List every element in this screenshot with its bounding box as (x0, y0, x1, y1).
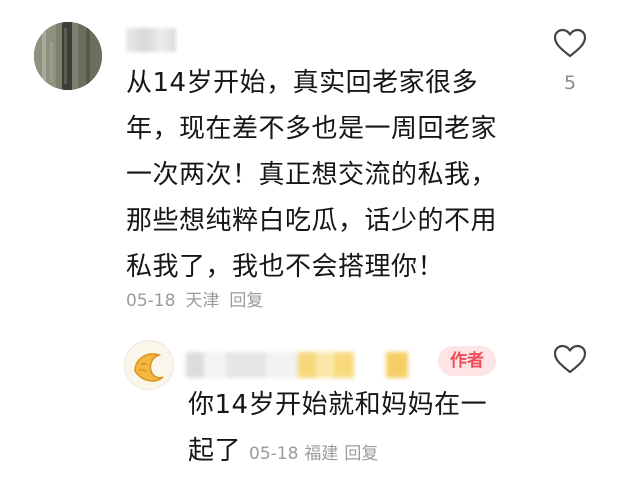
heart-outline-icon[interactable] (553, 344, 587, 374)
reply-meta: 05-18 福建 回复 (249, 444, 384, 464)
heart-outline-icon[interactable] (553, 28, 587, 58)
reply-item: 作者 你14岁开始就和妈妈在一 起了 05-18 福建 回复 (0, 330, 619, 476)
reply-line: 起了 (188, 436, 242, 466)
reply-text: 你14岁开始就和妈妈在一 起了 05-18 福建 回复 (188, 382, 518, 477)
reply-location: 福建 (304, 444, 339, 464)
comment-meta: 05-18 天津 回复 (126, 286, 273, 311)
avatar[interactable] (34, 22, 102, 90)
reply-date: 05-18 (249, 444, 299, 464)
comment-line: 从14岁开始，真实回老家很多 (126, 68, 479, 98)
author-badge: 作者 (438, 346, 496, 376)
like-button[interactable]: 5 (548, 28, 592, 94)
avatar[interactable] (124, 340, 174, 390)
username-redacted[interactable] (186, 352, 416, 378)
comment-line: 年，现在差不多也是一周回老家 (126, 114, 498, 144)
reply-button[interactable]: 回复 (229, 291, 263, 311)
comment-line: 一次两次！真正想交流的私我， (126, 160, 498, 190)
comment-item: 从14岁开始，真实回老家很多 年，现在差不多也是一周回老家 一次两次！真正想交流… (0, 0, 619, 330)
comment-line: 那些想纯粹白吃瓜，话少的不用 (126, 206, 498, 236)
comment-date: 05-18 (126, 291, 176, 311)
tree-photo-icon (34, 22, 102, 90)
username-redacted[interactable] (126, 28, 176, 52)
reply-line-with-meta: 起了 05-18 福建 回复 (188, 428, 518, 477)
croissant-icon (134, 353, 164, 382)
reply-line: 你14岁开始就和妈妈在一 (188, 390, 488, 420)
like-button[interactable] (548, 344, 592, 374)
comment-text: 从14岁开始，真实回老家很多 年，现在差不多也是一周回老家 一次两次！真正想交流… (126, 60, 526, 290)
comment-location: 天津 (185, 291, 220, 311)
reply-button[interactable]: 回复 (344, 444, 378, 464)
like-count: 5 (563, 72, 577, 94)
comment-line: 私我了，我也不会搭理你！ (126, 252, 445, 282)
